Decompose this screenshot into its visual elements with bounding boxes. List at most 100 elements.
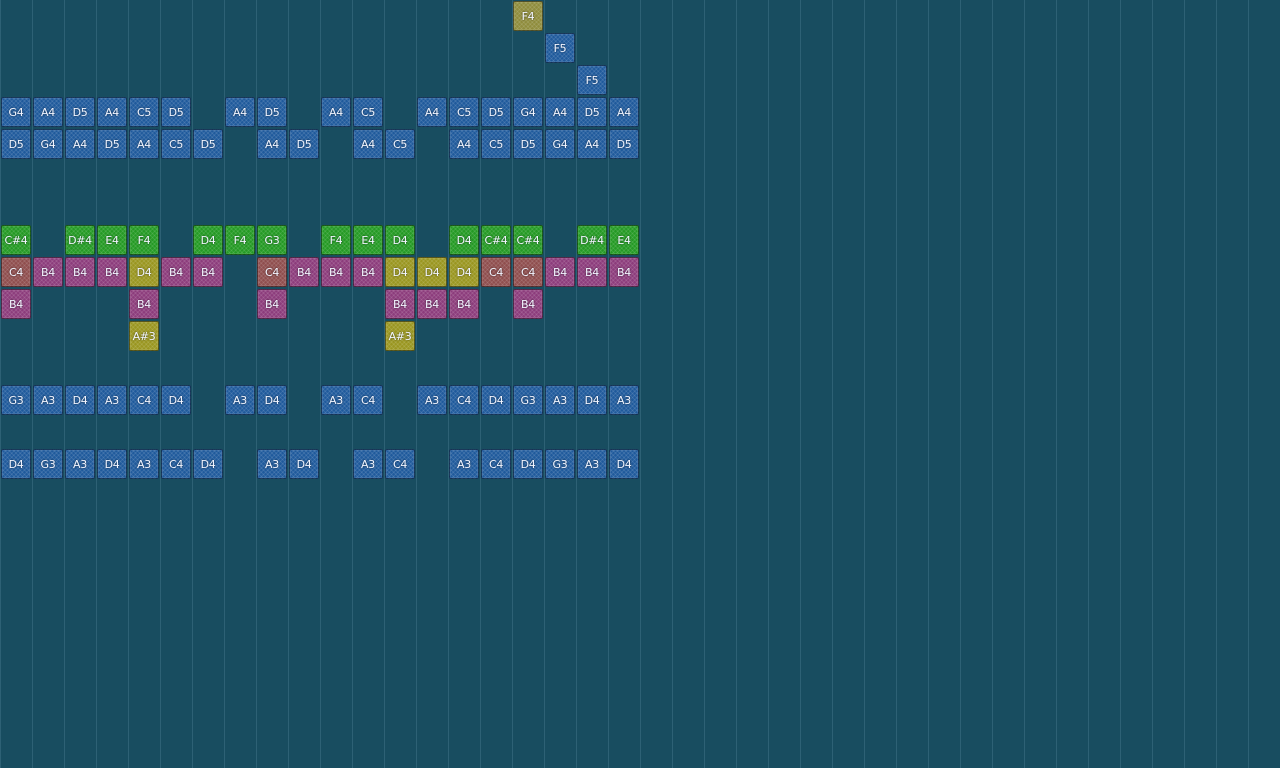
note-block[interactable]: B4 xyxy=(33,257,63,287)
note-block[interactable]: B4 xyxy=(449,289,479,319)
note-block[interactable]: D5 xyxy=(577,97,607,127)
note-block[interactable]: C4 xyxy=(449,385,479,415)
note-block[interactable]: A4 xyxy=(33,97,63,127)
note-block[interactable]: C4 xyxy=(481,257,511,287)
note-block[interactable]: D5 xyxy=(289,129,319,159)
note-block[interactable]: B4 xyxy=(1,289,31,319)
note-block[interactable]: B4 xyxy=(353,257,383,287)
note-block[interactable]: A4 xyxy=(97,97,127,127)
note-block[interactable]: D4 xyxy=(449,257,479,287)
note-block[interactable]: A3 xyxy=(545,385,575,415)
note-block[interactable]: A#3 xyxy=(129,321,159,351)
note-block[interactable]: A4 xyxy=(545,97,575,127)
note-block[interactable]: C4 xyxy=(129,385,159,415)
note-block[interactable]: A4 xyxy=(449,129,479,159)
note-block[interactable]: D4 xyxy=(385,225,415,255)
note-block[interactable]: A3 xyxy=(65,449,95,479)
note-block[interactable]: D4 xyxy=(257,385,287,415)
note-block[interactable]: F4 xyxy=(321,225,351,255)
note-block[interactable]: G3 xyxy=(545,449,575,479)
note-block[interactable]: D5 xyxy=(1,129,31,159)
note-block[interactable]: A3 xyxy=(577,449,607,479)
note-block[interactable]: B4 xyxy=(129,289,159,319)
note-block[interactable]: D#4 xyxy=(577,225,607,255)
note-block[interactable]: G3 xyxy=(1,385,31,415)
note-block[interactable]: D4 xyxy=(289,449,319,479)
note-block[interactable]: B4 xyxy=(321,257,351,287)
note-block[interactable]: B4 xyxy=(193,257,223,287)
note-block[interactable]: A4 xyxy=(577,129,607,159)
note-block[interactable]: G4 xyxy=(545,129,575,159)
note-block[interactable]: A4 xyxy=(65,129,95,159)
note-block[interactable]: G3 xyxy=(513,385,543,415)
note-block[interactable]: A3 xyxy=(225,385,255,415)
note-block[interactable]: A4 xyxy=(321,97,351,127)
note-block[interactable]: D4 xyxy=(577,385,607,415)
note-block[interactable]: G4 xyxy=(1,97,31,127)
note-block[interactable]: D4 xyxy=(449,225,479,255)
note-block[interactable]: C#4 xyxy=(481,225,511,255)
note-block[interactable]: C5 xyxy=(129,97,159,127)
note-block[interactable]: E4 xyxy=(97,225,127,255)
note-block[interactable]: D4 xyxy=(161,385,191,415)
note-block[interactable]: A3 xyxy=(257,449,287,479)
note-block[interactable]: C#4 xyxy=(513,225,543,255)
note-block[interactable]: A4 xyxy=(609,97,639,127)
note-block[interactable]: D#4 xyxy=(65,225,95,255)
note-block[interactable]: D4 xyxy=(1,449,31,479)
note-block[interactable]: D5 xyxy=(65,97,95,127)
note-block[interactable]: C#4 xyxy=(1,225,31,255)
note-block[interactable]: D5 xyxy=(97,129,127,159)
note-block[interactable]: A3 xyxy=(97,385,127,415)
note-block[interactable]: C4 xyxy=(1,257,31,287)
note-block[interactable]: F4 xyxy=(129,225,159,255)
note-block[interactable]: A#3 xyxy=(385,321,415,351)
note-block[interactable]: G4 xyxy=(33,129,63,159)
note-block[interactable]: A3 xyxy=(321,385,351,415)
note-block[interactable]: C4 xyxy=(513,257,543,287)
note-block[interactable]: A4 xyxy=(225,97,255,127)
note-block[interactable]: F5 xyxy=(577,65,607,95)
note-block[interactable]: B4 xyxy=(513,289,543,319)
note-block[interactable]: A3 xyxy=(609,385,639,415)
note-block[interactable]: F4 xyxy=(225,225,255,255)
note-block[interactable]: D5 xyxy=(161,97,191,127)
note-block[interactable]: A3 xyxy=(449,449,479,479)
note-block[interactable]: D4 xyxy=(193,449,223,479)
note-block[interactable]: B4 xyxy=(65,257,95,287)
note-block[interactable]: B4 xyxy=(385,289,415,319)
piano-roll-grid[interactable]: F4 F5 F5 G4 A4 D5 A4 C5 D5 A4 D5 A4 C5 A4 C5 D5 G4 A4 D5 A4… xyxy=(0,0,1280,768)
note-block[interactable]: E4 xyxy=(353,225,383,255)
note-block[interactable]: A4 xyxy=(417,97,447,127)
note-block[interactable]: F5 xyxy=(545,33,575,63)
note-block[interactable]: F4 xyxy=(513,1,543,31)
note-block[interactable]: A4 xyxy=(353,129,383,159)
note-block[interactable]: D4 xyxy=(385,257,415,287)
note-block[interactable]: D5 xyxy=(609,129,639,159)
note-block[interactable]: B4 xyxy=(161,257,191,287)
note-block[interactable]: D4 xyxy=(417,257,447,287)
note-block[interactable]: C5 xyxy=(161,129,191,159)
note-block[interactable]: A4 xyxy=(129,129,159,159)
note-block[interactable]: D5 xyxy=(513,129,543,159)
note-block[interactable]: A3 xyxy=(353,449,383,479)
note-block[interactable]: A3 xyxy=(33,385,63,415)
note-block[interactable]: B4 xyxy=(609,257,639,287)
note-block[interactable]: B4 xyxy=(289,257,319,287)
note-block[interactable]: C5 xyxy=(385,129,415,159)
note-block[interactable]: G4 xyxy=(513,97,543,127)
note-block[interactable]: C4 xyxy=(353,385,383,415)
note-block[interactable]: D5 xyxy=(257,97,287,127)
note-block[interactable]: D4 xyxy=(65,385,95,415)
note-block[interactable]: D4 xyxy=(193,225,223,255)
note-block[interactable]: C5 xyxy=(353,97,383,127)
note-block[interactable]: D4 xyxy=(97,449,127,479)
note-block[interactable]: D4 xyxy=(609,449,639,479)
note-block[interactable]: C4 xyxy=(385,449,415,479)
note-block[interactable]: B4 xyxy=(577,257,607,287)
note-block[interactable]: C5 xyxy=(449,97,479,127)
note-block[interactable]: G3 xyxy=(257,225,287,255)
note-block[interactable]: A3 xyxy=(417,385,447,415)
note-block[interactable]: C4 xyxy=(257,257,287,287)
note-block[interactable]: C4 xyxy=(161,449,191,479)
